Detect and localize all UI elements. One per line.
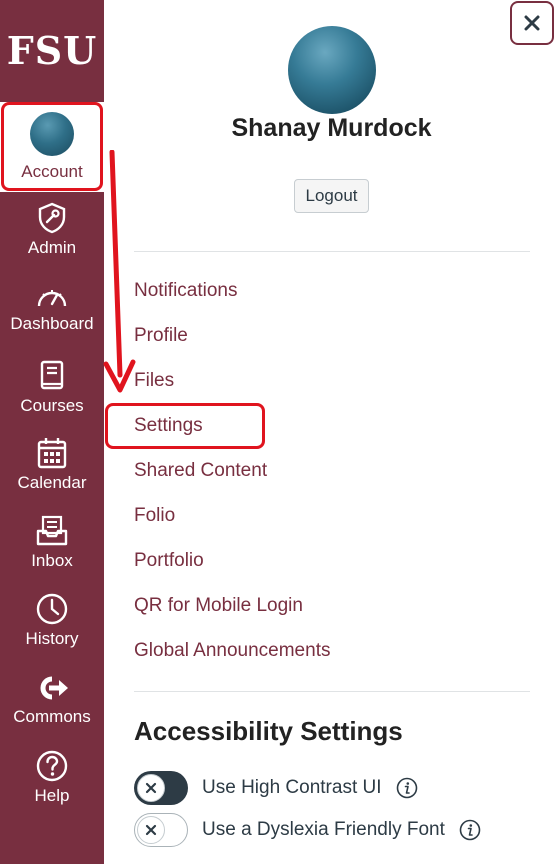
nav-item-calendar[interactable]: Calendar: [0, 437, 104, 493]
clock-icon: [36, 593, 68, 625]
link-portfolio[interactable]: Portfolio: [134, 550, 204, 572]
nav-item-admin[interactable]: Admin: [0, 202, 104, 258]
nav-item-label: History: [25, 629, 79, 648]
nav-item-history[interactable]: History: [0, 593, 104, 649]
divider: [134, 691, 530, 692]
settings-highlight-box: [105, 403, 265, 449]
link-global-announcements[interactable]: Global Announcements: [134, 640, 330, 662]
nav-item-label: Courses: [20, 396, 84, 415]
book-icon: [40, 360, 64, 390]
accessibility-heading: Accessibility Settings: [134, 716, 403, 746]
user-avatar: [288, 26, 376, 114]
logo-text: FSU: [6, 27, 98, 73]
toggle-knob: [137, 816, 165, 844]
logout-button[interactable]: Logout: [294, 179, 369, 213]
annotation-arrow: [103, 150, 136, 393]
divider: [134, 251, 530, 252]
info-icon[interactable]: [396, 777, 418, 799]
high-contrast-toggle[interactable]: [134, 771, 188, 805]
toggle-label: Use High Contrast UI: [202, 777, 382, 798]
toggle-row-dyslexia-font: Use a Dyslexia Friendly Font: [134, 813, 481, 847]
nav-item-inbox[interactable]: Inbox: [0, 515, 104, 571]
link-shared-content[interactable]: Shared Content: [134, 460, 267, 482]
link-qr-mobile-login[interactable]: QR for Mobile Login: [134, 595, 303, 617]
link-profile[interactable]: Profile: [134, 325, 188, 347]
shield-icon: [38, 202, 66, 234]
toggle-row-high-contrast: Use High Contrast UI: [134, 771, 418, 805]
info-icon[interactable]: [459, 819, 481, 841]
nav-item-courses[interactable]: Courses: [0, 360, 104, 416]
toggle-label: Use a Dyslexia Friendly Font: [202, 819, 445, 840]
dyslexia-font-toggle[interactable]: [134, 813, 188, 847]
link-notifications[interactable]: Notifications: [134, 280, 238, 302]
help-icon: [36, 750, 68, 782]
nav-item-dashboard[interactable]: Dashboard: [0, 284, 104, 334]
nav-item-label: Dashboard: [10, 314, 94, 333]
close-button[interactable]: [510, 1, 554, 45]
nav-item-label: Admin: [27, 238, 77, 257]
calendar-icon: [37, 438, 67, 469]
inbox-icon: [36, 515, 68, 546]
dashboard-icon: [37, 290, 67, 307]
nav-item-label: Help: [34, 786, 70, 805]
nav-item-label: Inbox: [31, 551, 73, 570]
toggle-knob: [137, 774, 165, 802]
commons-icon: [40, 676, 68, 700]
nav-item-label: Calendar: [17, 473, 87, 492]
x-icon: [145, 782, 157, 794]
x-icon: [145, 824, 157, 836]
user-name: Shanay Murdock: [231, 114, 432, 142]
link-files[interactable]: Files: [134, 370, 174, 392]
link-folio[interactable]: Folio: [134, 505, 175, 527]
nav-item-label: Commons: [13, 707, 91, 726]
account-highlight-box: [1, 102, 103, 191]
close-icon: [524, 15, 540, 31]
nav-item-help[interactable]: Help: [0, 750, 104, 806]
nav-item-commons[interactable]: Commons: [0, 673, 104, 727]
fsu-logo[interactable]: FSU: [0, 18, 104, 82]
